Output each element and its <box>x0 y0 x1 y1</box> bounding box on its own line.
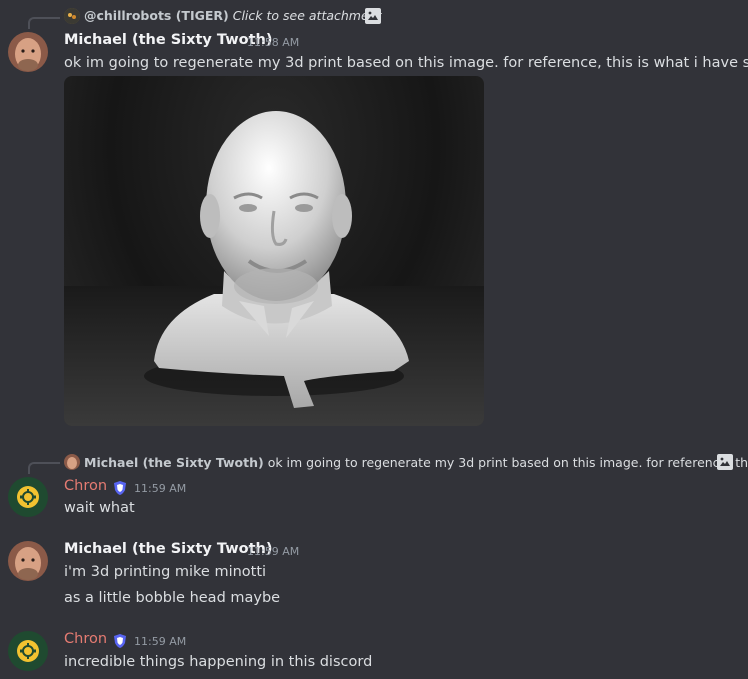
image-attachment[interactable] <box>64 76 484 426</box>
shield-badge-icon[interactable] <box>113 480 127 496</box>
reply-author[interactable]: @chillrobots (TIGER) <box>84 8 229 23</box>
avatar[interactable] <box>8 631 48 671</box>
reply-text[interactable]: Click to see attachment <box>233 8 382 23</box>
timestamp: 11:59 AM <box>134 482 187 495</box>
reply-avatar[interactable] <box>64 454 80 470</box>
reply-connector <box>28 17 60 29</box>
reply-preview[interactable]: Michael (the Sixty Twoth) ok im going to… <box>84 455 748 470</box>
message-text: i'm 3d printing mike minotti <box>64 564 267 580</box>
timestamp: 11:58 AM <box>247 36 300 49</box>
message-text: wait what <box>64 500 135 516</box>
reply-text[interactable]: ok im going to regenerate my 3d print ba… <box>268 455 748 470</box>
message-text: incredible things happening in this disc… <box>64 654 373 670</box>
avatar[interactable] <box>8 477 48 517</box>
timestamp: 11:59 AM <box>134 635 187 648</box>
username[interactable]: Chron <box>64 478 107 494</box>
username[interactable]: Chron <box>64 631 107 647</box>
timestamp: 11:59 AM <box>247 545 300 558</box>
image-icon <box>365 8 381 24</box>
reply-connector <box>28 462 60 474</box>
reply-avatar[interactable] <box>64 8 80 24</box>
message-text: as a little bobble head maybe <box>64 590 281 606</box>
avatar[interactable] <box>8 541 48 581</box>
avatar[interactable] <box>8 32 48 72</box>
message-text: ok im going to regenerate my 3d print ba… <box>64 55 748 71</box>
shield-badge-icon[interactable] <box>113 633 127 649</box>
reply-author[interactable]: Michael (the Sixty Twoth) <box>84 455 264 470</box>
3d-bust-render-image <box>64 111 484 426</box>
username[interactable]: Michael (the Sixty Twoth) <box>64 541 272 557</box>
reply-preview[interactable]: @chillrobots (TIGER) Click to see attach… <box>84 8 382 23</box>
username[interactable]: Michael (the Sixty Twoth) <box>64 32 272 48</box>
image-icon <box>717 454 733 470</box>
